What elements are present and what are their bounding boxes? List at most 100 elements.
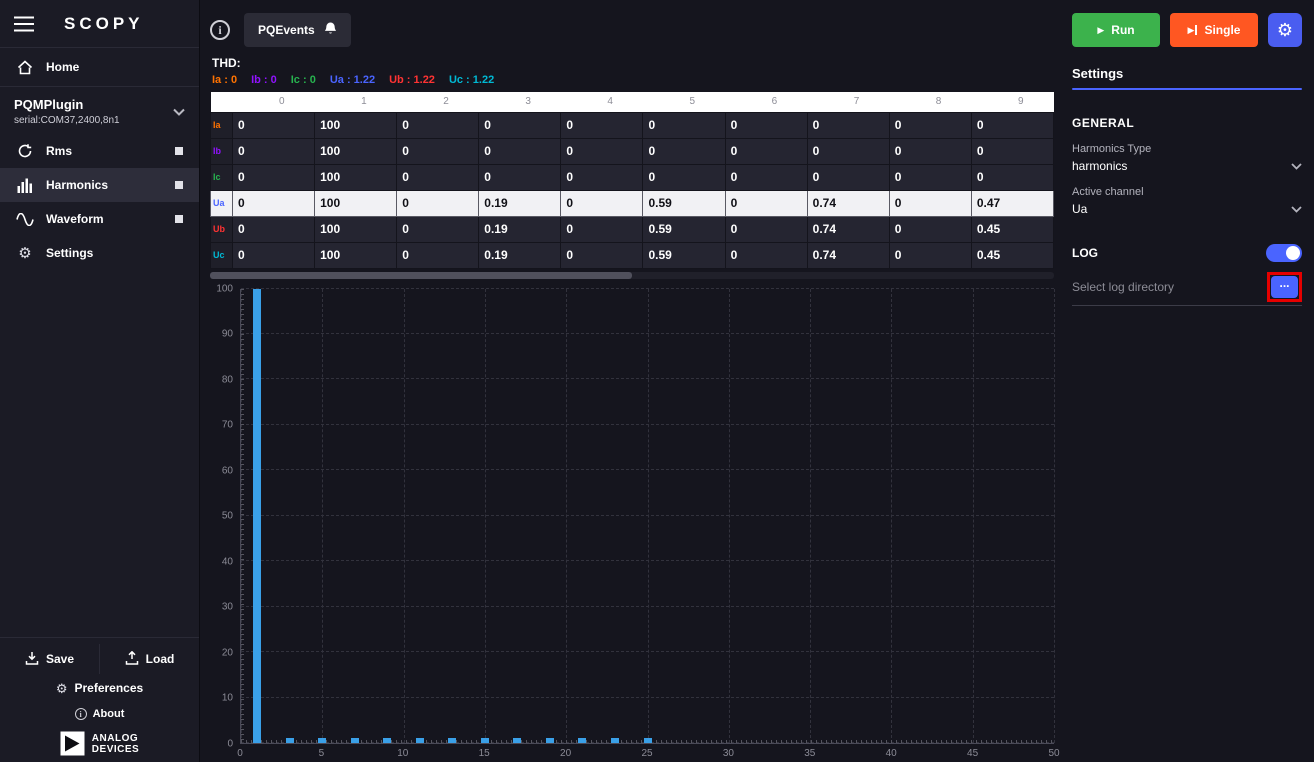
chart-bar-h23 bbox=[611, 738, 619, 743]
table-row-ib[interactable]: Ib010000000000 bbox=[211, 138, 1054, 164]
log-toggle[interactable] bbox=[1266, 244, 1302, 262]
table-cell: 0 bbox=[233, 190, 315, 216]
table-cell: 0.59 bbox=[643, 242, 725, 268]
active-channel-dropdown[interactable]: Ua bbox=[1072, 202, 1302, 216]
sidebar-item-label: Rms bbox=[46, 144, 72, 158]
table-cell: 0 bbox=[725, 216, 807, 242]
harmonics-type-dropdown[interactable]: harmonics bbox=[1072, 159, 1302, 173]
sidebar-item-waveform[interactable]: Waveform bbox=[0, 202, 199, 236]
sidebar-item-settings[interactable]: ⚙ Settings bbox=[0, 236, 199, 270]
settings-gear-button[interactable]: ⚙ bbox=[1268, 13, 1302, 47]
thd-value-ib: Ib : 0 bbox=[251, 74, 277, 86]
table-scrollbar[interactable] bbox=[210, 272, 1054, 279]
thd-value-ic: Ic : 0 bbox=[291, 74, 316, 86]
chart-bar-h11 bbox=[416, 738, 424, 743]
active-channel-value: Ua bbox=[1072, 202, 1087, 216]
table-cell: 0 bbox=[561, 190, 643, 216]
x-tick-label: 50 bbox=[1048, 748, 1059, 759]
y-tick-label: 80 bbox=[222, 374, 233, 385]
table-col-header: 2 bbox=[397, 92, 479, 112]
table-cell: 100 bbox=[315, 190, 397, 216]
browse-button[interactable]: ... bbox=[1271, 276, 1298, 298]
chart-plot-area bbox=[240, 289, 1054, 745]
table-cell: 100 bbox=[315, 164, 397, 190]
chart-bar-h3 bbox=[286, 738, 294, 743]
row-label: Ua bbox=[211, 190, 233, 216]
analog-devices-logo: ANALOG DEVICES bbox=[0, 726, 199, 758]
gridline-v bbox=[241, 289, 242, 744]
table-row-ub[interactable]: Ub010000.1900.5900.7400.45 bbox=[211, 216, 1054, 242]
table-row-ua[interactable]: Ua010000.1900.5900.7400.47 bbox=[211, 190, 1054, 216]
preferences-button[interactable]: ⚙ Preferences bbox=[0, 674, 199, 702]
table-cell: 0 bbox=[643, 112, 725, 138]
thd-block: THD: Ia : 0Ib : 0Ic : 0Ua : 1.22Ub : 1.2… bbox=[210, 52, 1054, 92]
log-directory-input[interactable] bbox=[1072, 280, 1261, 294]
table-cell: 0 bbox=[233, 164, 315, 190]
table-cell: 0 bbox=[889, 138, 971, 164]
table-cell: 0 bbox=[233, 242, 315, 268]
adi-triangle-logo bbox=[60, 731, 85, 756]
x-tick-label: 45 bbox=[967, 748, 978, 759]
table-cell: 100 bbox=[315, 138, 397, 164]
table-cell: 100 bbox=[315, 112, 397, 138]
thd-value-ia: Ia : 0 bbox=[212, 74, 237, 86]
load-button[interactable]: Load bbox=[99, 644, 199, 674]
harmonics-type-value: harmonics bbox=[1072, 159, 1127, 173]
table-cell: 0.19 bbox=[479, 216, 561, 242]
table-cell: 0 bbox=[807, 164, 889, 190]
plugin-header[interactable]: PQMPlugin serial:COM37,2400,8n1 bbox=[0, 87, 199, 134]
table-cell: 0.59 bbox=[643, 190, 725, 216]
x-tick-label: 5 bbox=[319, 748, 325, 759]
table-cell: 0 bbox=[889, 112, 971, 138]
chart-bar-h25 bbox=[644, 738, 652, 743]
rms-run-indicator[interactable] bbox=[175, 147, 183, 155]
menu-toggle-icon[interactable] bbox=[14, 16, 34, 32]
active-channel-field: Active channel Ua bbox=[1072, 186, 1302, 216]
gridline-v bbox=[891, 289, 892, 744]
table-col-header: 4 bbox=[561, 92, 643, 112]
sidebar-item-home[interactable]: Home bbox=[0, 48, 199, 86]
sidebar-item-label: Home bbox=[46, 60, 79, 74]
info-icon[interactable]: i bbox=[210, 20, 230, 40]
about-button[interactable]: i About bbox=[0, 702, 199, 726]
table-cell: 100 bbox=[315, 242, 397, 268]
single-button[interactable]: ▶ Single bbox=[1170, 13, 1258, 47]
instrument-topbar: i PQEvents bbox=[210, 8, 1054, 52]
table-cell: 0 bbox=[889, 216, 971, 242]
table-corner bbox=[211, 92, 233, 112]
gridline-v bbox=[648, 289, 649, 744]
thd-values: Ia : 0Ib : 0Ic : 0Ua : 1.22Ub : 1.22Uc :… bbox=[212, 74, 1054, 86]
table-row-uc[interactable]: Uc010000.1900.5900.7400.45 bbox=[211, 242, 1054, 268]
single-label: Single bbox=[1204, 23, 1240, 37]
run-button[interactable]: ▶ Run bbox=[1072, 13, 1160, 47]
table-row-ia[interactable]: Ia010000000000 bbox=[211, 112, 1054, 138]
waveform-run-indicator[interactable] bbox=[175, 215, 183, 223]
scrollbar-thumb[interactable] bbox=[210, 272, 632, 279]
gear-icon: ⚙ bbox=[56, 682, 68, 695]
y-tick-label: 70 bbox=[222, 420, 233, 431]
sidebar-item-harmonics[interactable]: Harmonics bbox=[0, 168, 199, 202]
table-row-ic[interactable]: Ic010000000000 bbox=[211, 164, 1054, 190]
sidebar-item-rms[interactable]: Rms bbox=[0, 134, 199, 168]
table-cell: 0 bbox=[561, 164, 643, 190]
save-button[interactable]: Save bbox=[0, 644, 99, 674]
table-cell: 0 bbox=[397, 216, 479, 242]
y-tick-label: 20 bbox=[222, 647, 233, 658]
table-cell: 0.45 bbox=[971, 242, 1053, 268]
table-col-header: 1 bbox=[315, 92, 397, 112]
info-icon: i bbox=[75, 708, 87, 720]
y-tick-label: 60 bbox=[222, 465, 233, 476]
table-cell: 0 bbox=[561, 216, 643, 242]
table-cell: 0 bbox=[479, 138, 561, 164]
row-label: Ub bbox=[211, 216, 233, 242]
table-col-header: 5 bbox=[643, 92, 725, 112]
table-cell: 0 bbox=[479, 112, 561, 138]
harmonics-type-field: Harmonics Type harmonics bbox=[1072, 143, 1302, 173]
harmonics-run-indicator[interactable] bbox=[175, 181, 183, 189]
table-cell: 0 bbox=[397, 138, 479, 164]
pqevents-button[interactable]: PQEvents bbox=[244, 13, 351, 47]
sidebar-footer: Save Load ⚙ Preferences i About bbox=[0, 637, 199, 762]
about-label: About bbox=[93, 708, 125, 720]
table-cell: 100 bbox=[315, 216, 397, 242]
x-tick-label: 10 bbox=[397, 748, 408, 759]
